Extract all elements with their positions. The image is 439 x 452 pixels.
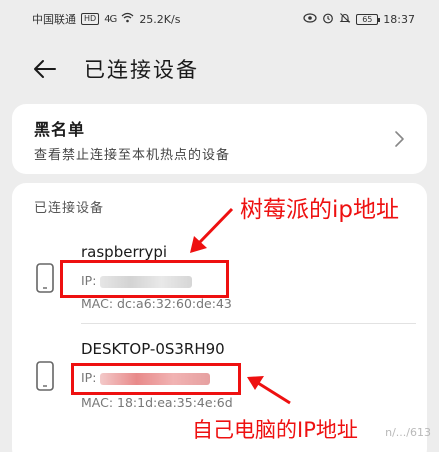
watermark: n/.../613 <box>385 426 431 439</box>
annotation-label-desktop: 自己电脑的IP地址 <box>192 418 358 442</box>
annotation-arrow-1 <box>190 207 234 253</box>
annotation-label-raspberrypi: 树莓派的ip地址 <box>240 197 399 223</box>
annotation-arrows <box>190 207 291 405</box>
annotation-arrow-2 <box>247 376 291 405</box>
